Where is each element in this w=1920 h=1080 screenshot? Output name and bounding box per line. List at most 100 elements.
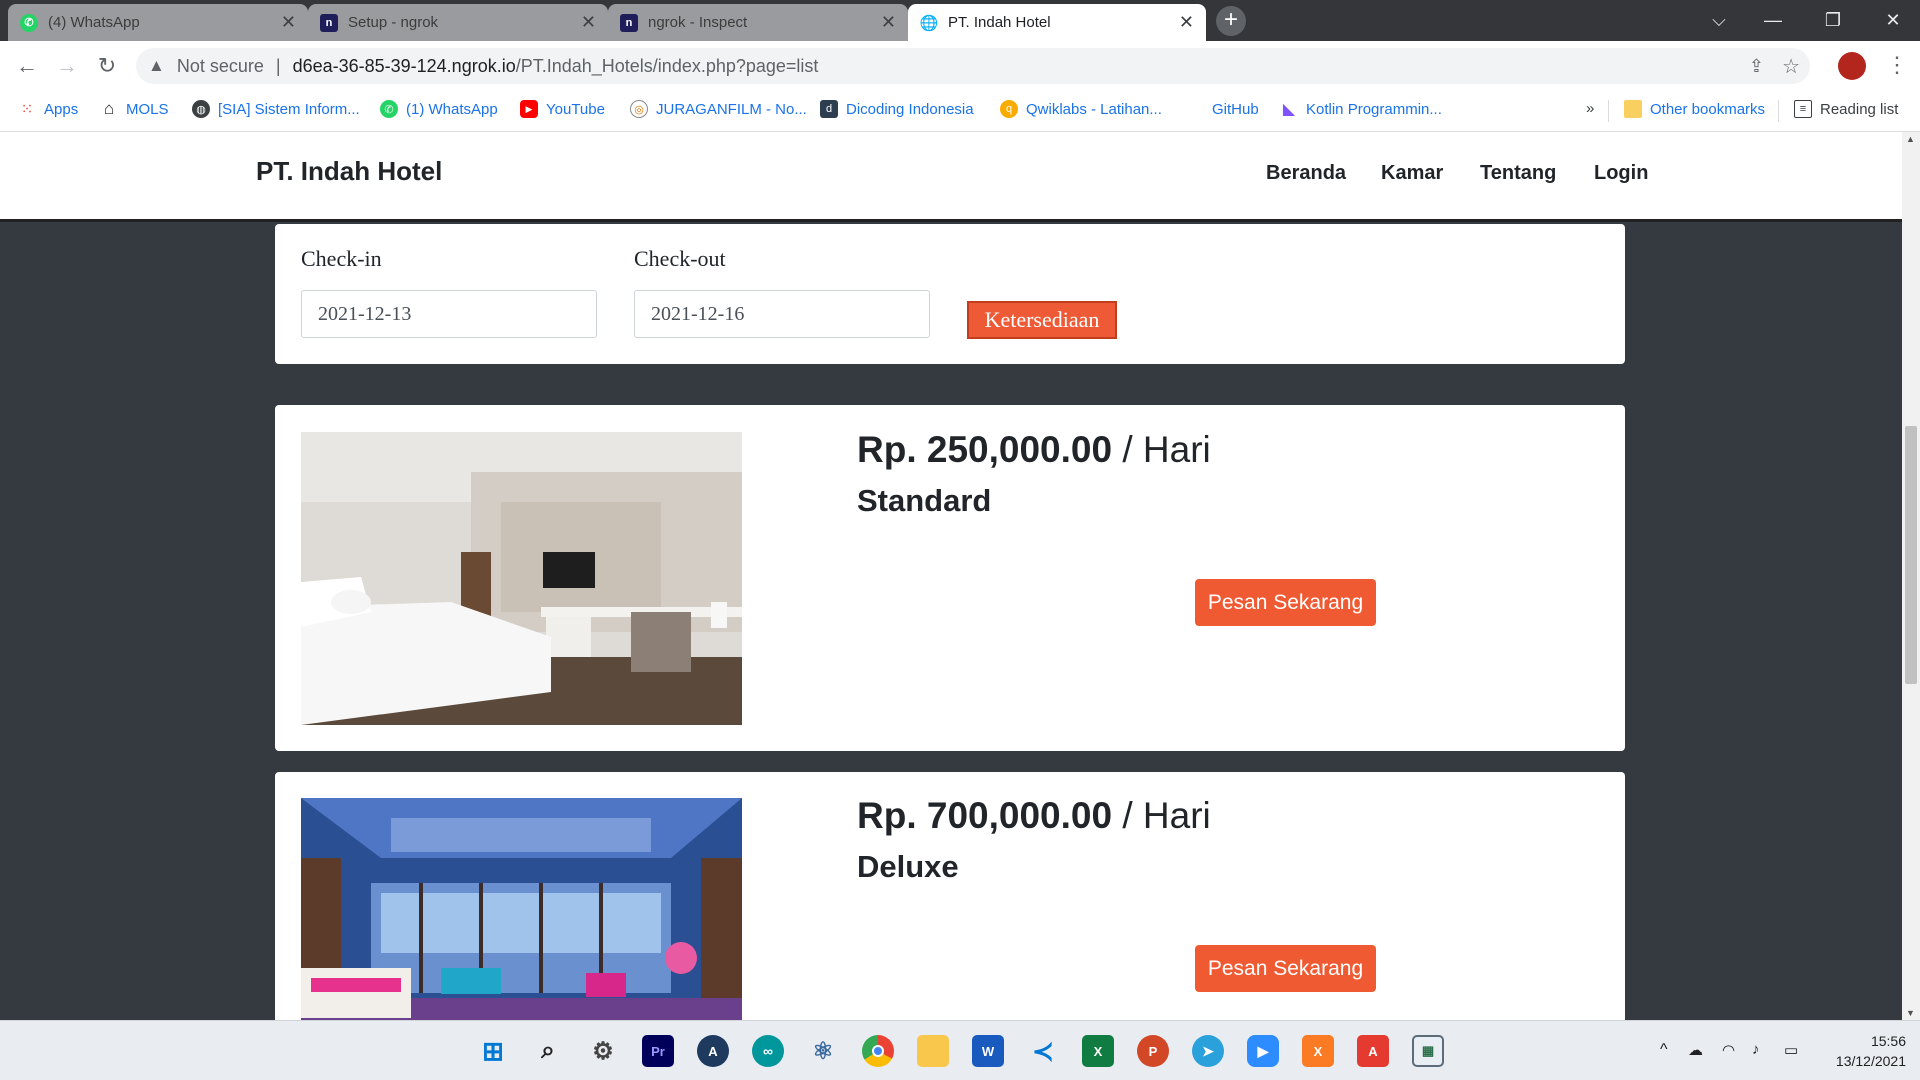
divider [1778,100,1779,122]
nav-link-tentang[interactable]: Tentang [1480,162,1556,185]
room-price-unit: / Hari [1112,795,1211,836]
settings-gear-icon[interactable]: ⚙ [587,1035,619,1067]
excel-icon[interactable]: X [1082,1035,1114,1067]
bookmark-sia[interactable]: ◍ [SIA] Sistem Inform... [192,100,360,118]
tab-title: PT. Indah Hotel [948,14,1051,31]
scrollbar-thumb[interactable] [1905,426,1917,684]
telegram-icon[interactable]: ➤ [1192,1035,1224,1067]
bookmark-whatsapp[interactable]: ✆ (1) WhatsApp [380,100,498,118]
tab-search-button[interactable]: ⌵ [1692,0,1746,40]
dicoding-icon: d [820,100,838,118]
zoom-icon[interactable]: ▶ [1247,1035,1279,1067]
security-label[interactable]: Not secure [177,56,264,77]
bookmark-kotlin[interactable]: ◣ Kotlin Programmin... [1280,100,1442,119]
bookmark-mols[interactable]: ⌂ MOLS [100,99,169,118]
scroll-down-icon[interactable]: ▼ [1906,1008,1915,1018]
scroll-up-icon[interactable]: ▲ [1906,134,1915,144]
avatar[interactable] [1838,52,1866,80]
onedrive-icon[interactable]: ☁ [1688,1041,1703,1059]
windows-start-icon[interactable]: ⊞ [477,1035,509,1067]
room-card: Rp. 250,000.00 / Hari Standard Pesan Sek… [275,405,1625,751]
bookmark-label: Qwiklabs - Latihan... [1026,100,1162,118]
bookmarks-overflow-button[interactable]: » [1586,100,1594,117]
bookmark-github[interactable]: GitHub [1186,100,1259,118]
address-bar[interactable]: ▲ Not secure | d6ea-36-85-39-124.ngrok.i… [136,48,1810,84]
close-icon[interactable]: ✕ [281,13,296,31]
site-navbar: PT. Indah Hotel Beranda Kamar Tentang Lo… [0,132,1902,222]
reload-button[interactable]: ↻ [92,51,122,81]
qwiklabs-icon: q [1000,100,1018,118]
web-page: PT. Indah Hotel Beranda Kamar Tentang Lo… [0,132,1902,1020]
nav-link-beranda[interactable]: Beranda [1266,162,1346,185]
new-tab-button[interactable]: + [1216,6,1246,36]
checkout-label: Check-out [634,246,726,271]
bookmark-label: GitHub [1212,100,1259,118]
search-icon[interactable]: ⌕ [532,1035,564,1067]
tab-indah-hotel[interactable]: 🌐 PT. Indah Hotel ✕ [908,4,1206,41]
app-window-icon[interactable]: ▦ [1412,1035,1444,1067]
bookmark-youtube[interactable]: ▶ YouTube [520,100,605,118]
atom-icon[interactable]: ⚛ [807,1035,839,1067]
nav-link-kamar[interactable]: Kamar [1381,162,1443,185]
clock-time: 15:56 [1870,1033,1906,1049]
bookmark-star-icon[interactable]: ☆ [1782,54,1800,79]
menu-icon[interactable]: ⋮ [1886,52,1908,78]
tray-chevron-icon[interactable]: ^ [1660,1041,1668,1059]
tab-ngrok-inspect[interactable]: n ngrok - Inspect ✕ [608,4,908,41]
tab-title: ngrok - Inspect [648,14,748,31]
forward-button[interactable]: → [52,51,82,81]
check-availability-button[interactable]: Ketersediaan [967,301,1117,339]
wifi-icon[interactable]: ◠ [1722,1041,1735,1059]
url-host: d6ea-36-85-39-124.ngrok.io [292,55,516,76]
clock[interactable]: 15:56 13/12/2021 [1820,1031,1906,1071]
arduino-icon[interactable]: ∞ [752,1035,784,1067]
bookmark-label: MOLS [126,100,169,118]
divider [1608,100,1609,122]
file-explorer-icon[interactable] [917,1035,949,1067]
bookmark-other[interactable]: Other bookmarks [1624,100,1765,118]
premiere-pro-icon[interactable]: Pr [642,1035,674,1067]
checkout-date-input[interactable]: 2021-12-16 [634,290,930,338]
share-icon[interactable]: ⇪ [1749,56,1764,77]
book-now-button[interactable]: Pesan Sekarang [1195,579,1376,626]
ngrok-icon: n [320,13,338,32]
site-brand[interactable]: PT. Indah Hotel [256,156,442,187]
page-scrollbar[interactable]: ▲ ▼ [1902,132,1920,1020]
app-document-icon[interactable]: A [1357,1035,1389,1067]
room-type: Deluxe [857,849,959,884]
vscode-icon[interactable]: ≺ [1027,1035,1059,1067]
overflow-label: » [1586,100,1595,117]
availability-search-card: Check-in 2021-12-13 Check-out 2021-12-16… [275,224,1625,364]
close-icon[interactable]: ✕ [881,13,896,31]
bookmark-apps[interactable]: ⁙ Apps [18,100,79,119]
powerpoint-icon[interactable]: P [1137,1035,1169,1067]
browser-tab-strip: ✆ (4) WhatsApp ✕ n Setup - ngrok ✕ n ngr… [0,0,1920,41]
restore-button[interactable]: ❐ [1806,0,1860,40]
app-circle-icon[interactable]: A [697,1035,729,1067]
room-card: Rp. 700,000.00 / Hari Deluxe Pesan Sekar… [275,772,1625,1020]
close-icon[interactable]: ✕ [581,13,596,31]
back-button[interactable]: ← [12,51,42,81]
folder-icon [1624,100,1642,118]
bookmark-label: Kotlin Programmin... [1306,100,1442,118]
bookmark-dicoding[interactable]: d Dicoding Indonesia [820,100,974,118]
close-icon[interactable]: ✕ [1179,13,1194,31]
nav-link-login[interactable]: Login [1594,162,1648,185]
volume-icon[interactable]: ♪ [1752,1041,1760,1058]
chrome-icon[interactable] [862,1035,894,1067]
battery-icon[interactable]: ▭ [1784,1041,1798,1059]
tab-ngrok-setup[interactable]: n Setup - ngrok ✕ [308,4,608,41]
bookmark-qwiklabs[interactable]: q Qwiklabs - Latihan... [1000,100,1162,118]
minimize-button[interactable]: — [1746,0,1800,40]
xampp-icon[interactable]: X [1302,1035,1334,1067]
clock-date: 13/12/2021 [1835,1053,1906,1069]
film-icon: ◎ [630,100,648,118]
bookmark-juraganfilm[interactable]: ◎ JURAGANFILM - No... [630,100,807,118]
window-close-button[interactable]: ✕ [1866,0,1920,40]
checkin-date-input[interactable]: 2021-12-13 [301,290,597,338]
book-now-button[interactable]: Pesan Sekarang [1195,945,1376,992]
tab-whatsapp[interactable]: ✆ (4) WhatsApp ✕ [8,4,308,41]
bookmark-label: Other bookmarks [1650,100,1766,118]
word-icon[interactable]: W [972,1035,1004,1067]
reading-list-button[interactable]: ≡ Reading list [1794,100,1898,118]
